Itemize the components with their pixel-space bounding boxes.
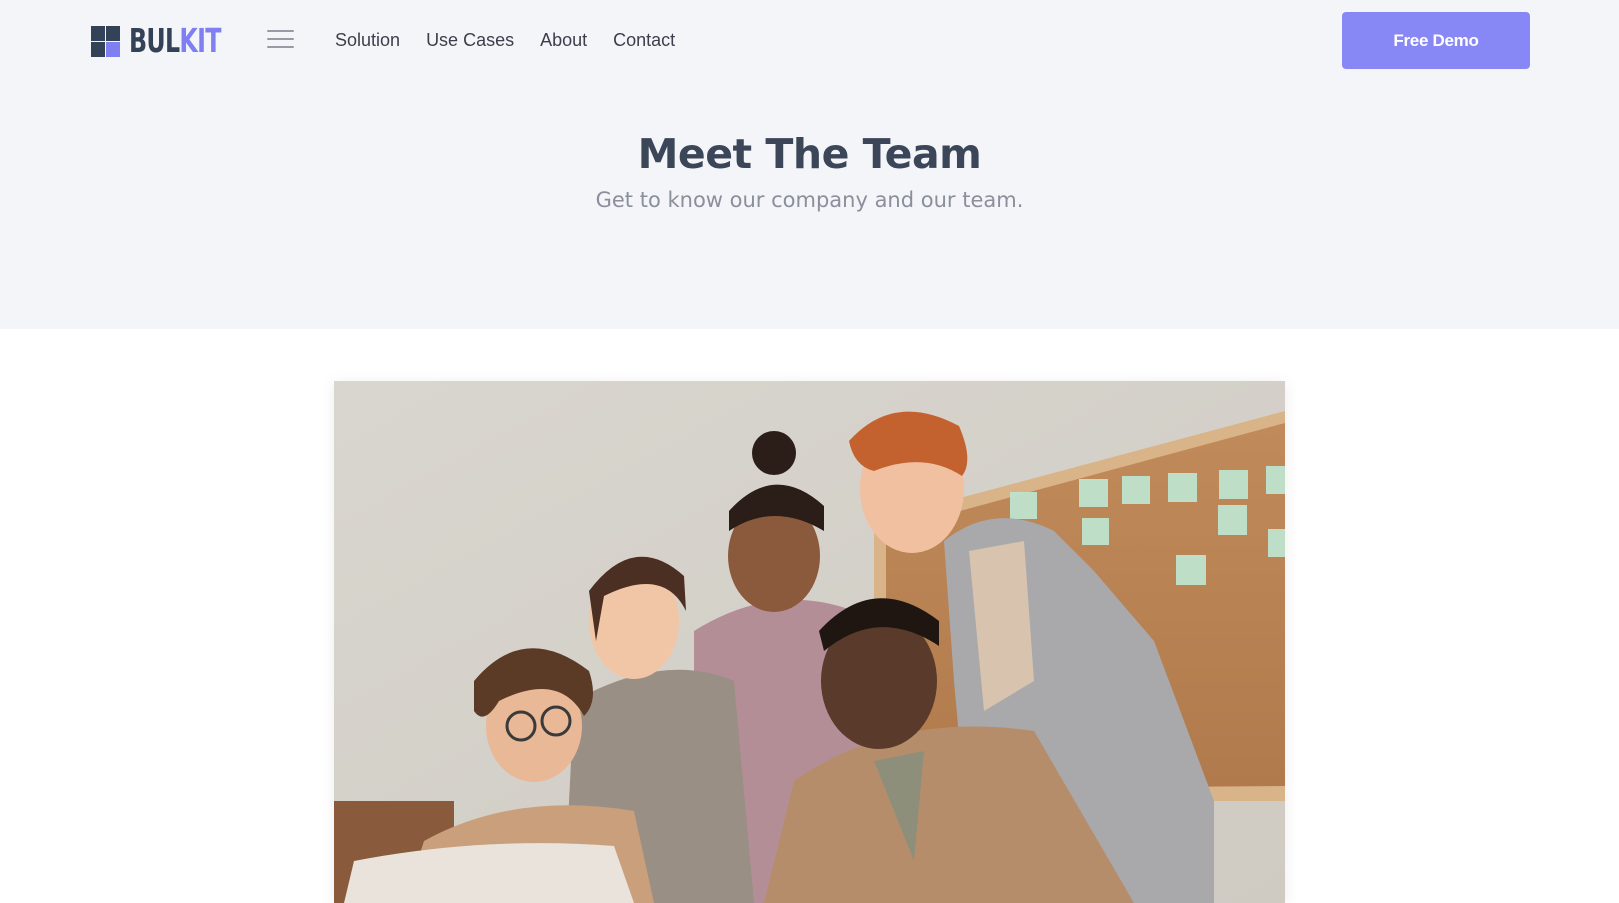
logo-text-part2: KIT <box>179 21 221 60</box>
free-demo-button[interactable]: Free Demo <box>1342 12 1530 69</box>
main-nav: Solution Use Cases About Contact <box>335 28 675 52</box>
logo-wordmark: BULKIT <box>129 24 221 58</box>
logo-text-part1: BUL <box>129 21 180 60</box>
page-subtitle: Get to know our company and our team. <box>595 188 1024 212</box>
nav-link-solution[interactable]: Solution <box>335 28 400 52</box>
brand-logo[interactable]: BULKIT <box>91 24 256 58</box>
team-photo <box>334 381 1285 903</box>
nav-link-about[interactable]: About <box>540 28 587 52</box>
nav-link-use-cases[interactable]: Use Cases <box>426 28 514 52</box>
page-title: Meet The Team <box>637 130 982 178</box>
hero-section: BULKIT Solution Use Cases About Contact … <box>0 0 1619 329</box>
logo-mark-icon <box>91 25 120 57</box>
nav-link-contact[interactable]: Contact <box>613 28 675 52</box>
hamburger-menu-icon[interactable] <box>267 30 294 48</box>
